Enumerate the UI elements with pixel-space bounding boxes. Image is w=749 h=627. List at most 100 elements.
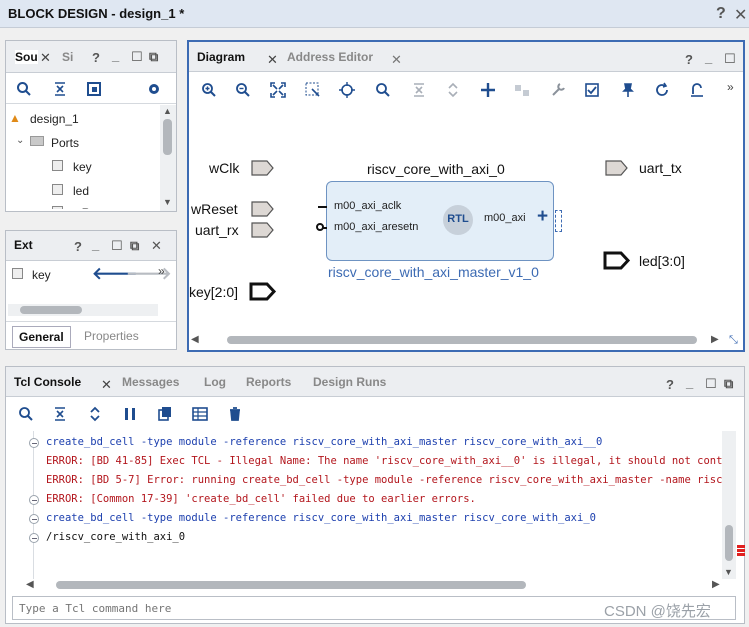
search-icon[interactable] (16, 81, 32, 97)
expand-interface-icon[interactable]: + (537, 206, 548, 228)
diagram-hscrollbar[interactable]: ◀ ▶ (191, 334, 723, 346)
scroll-left-icon[interactable]: ◀ (26, 579, 34, 590)
help-icon[interactable]: ? (666, 377, 674, 392)
restore-icon[interactable]: ⧉ (149, 49, 158, 65)
console-hscrollbar[interactable]: ◀ ▶ (26, 579, 726, 591)
tab-properties[interactable]: Properties (84, 329, 139, 343)
fold-icon[interactable] (29, 533, 39, 543)
help-icon[interactable]: ? (716, 5, 726, 23)
gear-icon[interactable] (146, 81, 162, 97)
console-vscrollbar[interactable]: ▼ (722, 431, 736, 579)
close-icon[interactable]: ✕ (151, 238, 162, 254)
tab-messages[interactable]: Messages (122, 375, 179, 389)
scroll-thumb[interactable] (56, 581, 526, 589)
zoom-in-icon[interactable] (201, 82, 217, 98)
sources-scrollbar[interactable]: ▲ ▼ (160, 105, 176, 211)
block-instance-name: riscv_core_with_axi_0 (367, 161, 505, 177)
restore-icon[interactable]: ⧉ (130, 238, 139, 254)
help-icon[interactable]: ? (74, 239, 82, 254)
tab-tcl-console[interactable]: Tcl Console (14, 375, 81, 389)
collapse-all-icon[interactable] (52, 81, 68, 97)
overflow-icon[interactable]: » (158, 264, 165, 278)
scroll-right-icon[interactable]: ▶ (711, 334, 719, 345)
expand-all-icon[interactable] (87, 406, 103, 422)
minimize-icon[interactable]: _ (92, 237, 99, 252)
fold-icon[interactable] (29, 438, 39, 448)
make-connection-icon[interactable] (514, 82, 530, 98)
chevron-down-icon[interactable]: ⌄ (16, 135, 24, 146)
tab-diagram[interactable]: Diagram (197, 50, 245, 64)
tab-sources[interactable]: Sou (15, 50, 38, 64)
collapse-all-icon[interactable] (52, 406, 68, 422)
regenerate-layout-icon[interactable] (689, 82, 705, 98)
close-tab-icon[interactable]: ✕ (101, 377, 112, 393)
tree-folder-ports[interactable]: ⌄ Ports (16, 134, 156, 152)
scroll-thumb[interactable] (227, 336, 697, 344)
copy-icon[interactable] (157, 406, 173, 422)
table-view-icon[interactable] (192, 406, 208, 422)
tree-item-wreset[interactable]: wReset (52, 204, 152, 209)
help-icon[interactable]: ? (685, 52, 693, 67)
maximize-icon[interactable]: ☐ (131, 49, 143, 65)
close-tab-icon[interactable]: ✕ (267, 52, 278, 68)
close-icon[interactable]: ✕ (734, 5, 747, 25)
pin-icon[interactable] (619, 82, 635, 98)
properties-hscrollbar[interactable] (8, 304, 158, 316)
scroll-down-icon[interactable]: ▼ (163, 197, 172, 207)
minimize-icon[interactable]: _ (705, 50, 712, 65)
scroll-thumb[interactable] (20, 306, 82, 314)
scroll-right-icon[interactable]: ▶ (712, 579, 720, 590)
scroll-left-icon[interactable]: ◀ (191, 334, 199, 345)
wrench-icon[interactable] (550, 82, 566, 98)
tree-item-key[interactable]: key (52, 158, 152, 176)
expand-icon[interactable] (445, 82, 461, 98)
maximize-icon[interactable]: ☐ (705, 376, 717, 392)
validate-design-icon[interactable] (584, 82, 600, 98)
diagram-canvas[interactable]: wClk wReset uart_rx key[2:0] uart_tx led… (189, 108, 743, 332)
search-icon[interactable] (375, 82, 391, 98)
help-icon[interactable]: ? (92, 50, 100, 65)
fold-icon[interactable] (29, 495, 39, 505)
close-tab-icon[interactable]: ✕ (391, 52, 402, 68)
scroll-thumb[interactable] (725, 525, 733, 561)
tab-reports[interactable]: Reports (246, 375, 291, 389)
scroll-thumb[interactable] (163, 119, 172, 155)
refresh-icon[interactable] (654, 82, 670, 98)
trash-icon[interactable] (227, 406, 243, 422)
tab-address-editor[interactable]: Address Editor (287, 50, 373, 64)
tab-general[interactable]: General (12, 326, 71, 348)
input-port-wreset[interactable] (251, 201, 275, 217)
search-icon[interactable] (18, 406, 34, 422)
collapse-icon[interactable] (411, 82, 427, 98)
zoom-fit-icon[interactable] (270, 82, 286, 98)
tree-item-led[interactable]: led (52, 182, 152, 200)
interface-pin-m00-axi[interactable] (555, 210, 562, 232)
fold-icon[interactable] (29, 514, 39, 524)
zoom-out-icon[interactable] (235, 82, 251, 98)
restore-icon[interactable]: ⧉ (724, 376, 733, 392)
scroll-up-icon[interactable]: ▲ (163, 106, 172, 116)
output-port-uart-tx[interactable] (605, 160, 629, 176)
resize-corner-icon[interactable]: ⤡ (729, 334, 738, 347)
maximize-icon[interactable]: ☐ (724, 51, 736, 67)
minimize-icon[interactable]: _ (112, 48, 119, 63)
tab-log[interactable]: Log (204, 375, 226, 389)
crosshair-icon[interactable] (339, 82, 355, 98)
tab-design-runs[interactable]: Design Runs (313, 375, 386, 389)
input-port-uart-rx[interactable] (251, 222, 275, 238)
overflow-icon[interactable]: » (727, 80, 734, 94)
hierarchy-icon[interactable] (86, 81, 102, 97)
output-port-led[interactable] (603, 251, 631, 270)
input-port-wclk[interactable] (251, 160, 275, 176)
input-port-key[interactable] (249, 282, 277, 301)
zoom-area-icon[interactable] (305, 82, 321, 98)
maximize-icon[interactable]: ☐ (111, 238, 123, 254)
minimize-icon[interactable]: _ (686, 375, 693, 390)
tab-signals[interactable]: Si (62, 50, 73, 64)
add-ip-icon[interactable] (480, 82, 496, 98)
scroll-down-icon[interactable]: ▼ (724, 567, 733, 577)
pause-icon[interactable] (122, 406, 138, 422)
close-tab-icon[interactable]: ✕ (40, 50, 51, 66)
tree-root[interactable]: ▲ design_1 (9, 110, 159, 128)
ip-block[interactable]: m00_axi_aclk m00_axi_aresetn RTL m00_axi… (316, 181, 562, 261)
